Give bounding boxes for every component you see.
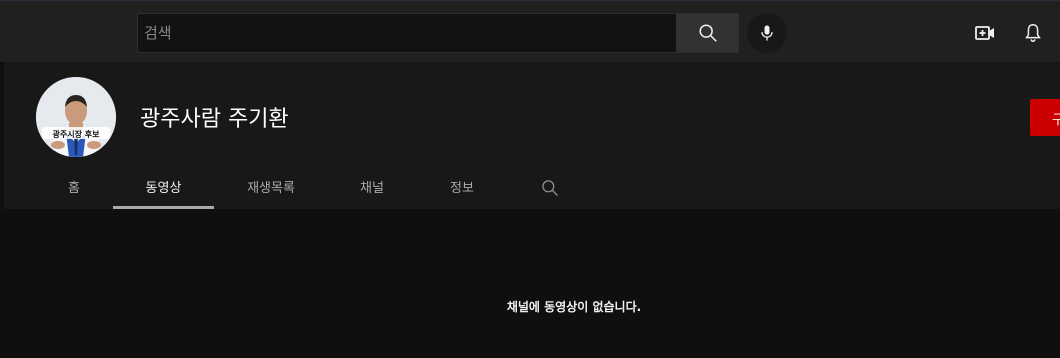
top-bar [0, 0, 1060, 62]
tab-about[interactable]: 정보 [430, 164, 494, 209]
tab-channels[interactable]: 채널 [340, 164, 404, 209]
create-button[interactable] [970, 18, 1000, 48]
channel-header: 광주시장 후보 광주사람 주기환 구 홈 동영상 재생목록 채널 정보 [4, 62, 1060, 209]
avatar[interactable]: 광주시장 후보 [36, 77, 116, 157]
videos-content: 채널에 동영상이 없습니다. [4, 209, 1060, 358]
search-input[interactable] [144, 24, 676, 42]
notifications-button[interactable] [1018, 18, 1048, 48]
search-icon [542, 180, 558, 196]
search-icon [698, 24, 717, 42]
mic-icon [761, 25, 773, 41]
channel-name: 광주사람 주기환 [140, 107, 289, 132]
bell-icon [1025, 24, 1041, 42]
channel-search-button[interactable] [538, 176, 562, 200]
channel-tabs: 홈 동영상 재생목록 채널 정보 [4, 164, 604, 209]
empty-message: 채널에 동영상이 없습니다. [506, 300, 642, 314]
avatar-photo [36, 77, 116, 157]
search-button[interactable] [676, 13, 739, 53]
video-create-icon [975, 26, 994, 40]
tab-home[interactable]: 홈 [54, 164, 94, 209]
tab-videos[interactable]: 동영상 [113, 164, 214, 209]
tab-playlists[interactable]: 재생목록 [229, 164, 313, 209]
avatar-caption: 광주시장 후보 [52, 130, 100, 139]
subscribe-button[interactable]: 구 [1030, 99, 1060, 136]
search-box[interactable] [137, 13, 676, 53]
voice-search-button[interactable] [747, 13, 787, 53]
